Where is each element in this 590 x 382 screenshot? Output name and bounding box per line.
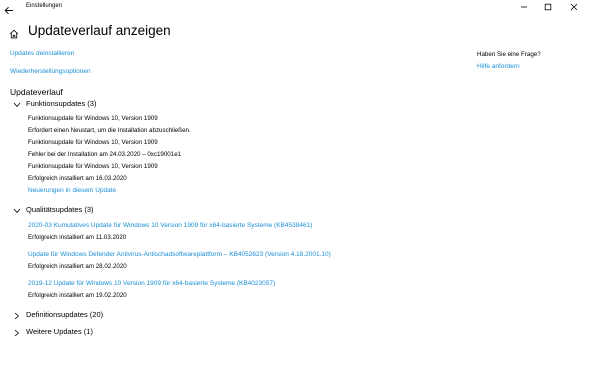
chevron-right-icon xyxy=(14,329,20,337)
definition-updates-label: Definitionsupdates (20) xyxy=(26,310,104,319)
page-title: Updateverlauf anzeigen xyxy=(28,23,171,38)
back-button[interactable] xyxy=(4,2,16,15)
recovery-options-link[interactable]: Wiederherstellungsoptionen xyxy=(10,68,91,75)
quality-updates-label: Qualitätsupdates (3) xyxy=(26,205,94,214)
home-icon[interactable] xyxy=(9,26,19,44)
uninstall-updates-link[interactable]: Updates deinstallieren xyxy=(10,50,74,57)
get-help-link[interactable]: Hilfe anfordern xyxy=(477,63,520,70)
quality-update-link-2[interactable]: Update für Windows Defender Antivirus-An… xyxy=(28,251,331,258)
minimize-button[interactable] xyxy=(512,0,536,14)
chevron-down-icon xyxy=(13,208,21,214)
definition-updates-toggle[interactable]: Definitionsupdates (20) xyxy=(12,310,122,321)
update-history-heading: Updateverlauf xyxy=(10,87,63,97)
close-button[interactable] xyxy=(562,0,586,14)
chevron-right-icon xyxy=(14,312,20,320)
other-updates-toggle[interactable]: Weitere Updates (1) xyxy=(12,327,122,338)
feature-update-status-1: Erfordert einen Neustart, um die Install… xyxy=(28,127,191,134)
help-question: Haben Sie eine Frage? xyxy=(477,51,541,58)
window-title: Einstellungen xyxy=(26,3,63,9)
feature-update-name-2: Funktionsupdate für Windows 10, Version … xyxy=(28,139,158,146)
quality-update-status-1: Erfolgreich installiert am 11.03.2020 xyxy=(28,234,127,241)
whats-new-link[interactable]: Neuerungen in diesem Update xyxy=(28,187,116,194)
maximize-button[interactable] xyxy=(536,0,560,14)
feature-update-name-1: Funktionsupdate für Windows 10, Version … xyxy=(28,115,158,122)
minimize-icon xyxy=(521,6,527,8)
other-updates-label: Weitere Updates (1) xyxy=(26,327,93,336)
feature-update-status-2: Fehler bei der Installation am 24.03.202… xyxy=(28,151,182,158)
feature-updates-label: Funktionsupdates (3) xyxy=(26,99,97,108)
close-icon xyxy=(570,3,578,11)
back-arrow-icon xyxy=(4,6,13,15)
quality-update-status-2: Erfolgreich installiert am 28.02.2020 xyxy=(28,263,127,270)
quality-update-link-1[interactable]: 2020-03 Kumulatives Update für Windows 1… xyxy=(28,222,312,229)
feature-update-status-3: Erfolgreich installiert am 16.03.2020 xyxy=(28,175,127,182)
chevron-down-icon xyxy=(13,102,21,108)
quality-updates-toggle[interactable]: Qualitätsupdates (3) xyxy=(12,205,102,216)
maximize-icon xyxy=(544,3,552,11)
feature-update-name-3: Funktionsupdate für Windows 10, Version … xyxy=(28,163,158,170)
quality-update-status-3: Erfolgreich installiert am 19.02.2020 xyxy=(28,292,127,299)
feature-updates-toggle[interactable]: Funktionsupdates (3) xyxy=(12,99,102,110)
quality-update-link-3[interactable]: 2019-12 Update für Windows 10 Version 19… xyxy=(28,280,275,287)
